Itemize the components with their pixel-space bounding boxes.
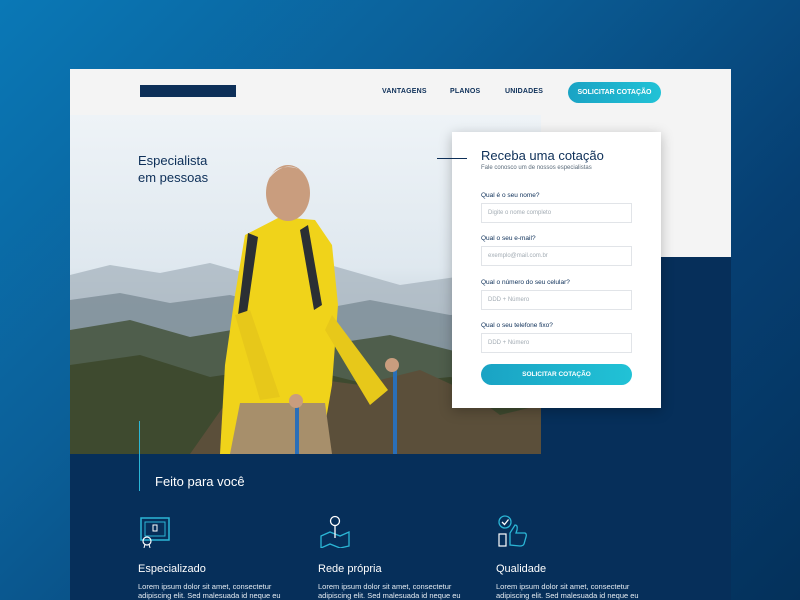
mobile-field-label: Qual o número do seu celular? <box>481 279 570 286</box>
email-field-label: Qual o seu e-mail? <box>481 235 536 242</box>
feature-title: Especializado <box>138 563 206 575</box>
section-title: Feito para você <box>155 474 245 489</box>
feature-title: Rede própria <box>318 563 382 575</box>
map-pin-icon <box>320 515 350 550</box>
landing-page-mockup: VANTAGENS PLANOS UNIDADES SOLICITAR COTA… <box>70 69 731 600</box>
feature-rede-propria: Rede própria Lorem ipsum dolor sit amet,… <box>318 514 488 600</box>
landline-field-label: Qual o seu telefone fixo? <box>481 322 553 329</box>
feature-description: Lorem ipsum dolor sit amet, consectetur … <box>138 582 281 600</box>
form-subtitle: Fale conosco um de nossos especialistas <box>481 165 592 171</box>
title-accent-line <box>437 158 467 159</box>
section-accent-line <box>139 421 140 491</box>
brand-logo[interactable] <box>140 85 236 97</box>
nav-link-planos[interactable]: PLANOS <box>450 88 480 95</box>
feature-title: Qualidade <box>496 563 547 575</box>
feature-description: Lorem ipsum dolor sit amet, consectetur … <box>496 582 639 600</box>
mobile-input[interactable]: DDD + Número <box>481 290 632 310</box>
request-quote-button-form[interactable]: SOLICITAR COTAÇÃO <box>481 364 632 385</box>
hero-headline: Especialista em pessoas <box>138 153 209 185</box>
feature-qualidade: Qualidade Lorem ipsum dolor sit amet, co… <box>496 514 666 600</box>
top-navigation-bar: VANTAGENS PLANOS UNIDADES SOLICITAR COTA… <box>70 69 731 115</box>
quote-form-card: Receba uma cotação Fale conosco um de no… <box>437 132 661 408</box>
thumbs-up-icon <box>498 515 527 547</box>
feature-especializado: Especializado Lorem ipsum dolor sit amet… <box>138 514 308 600</box>
nav-link-vantagens[interactable]: VANTAGENS <box>382 88 427 95</box>
request-quote-button-header[interactable]: SOLICITAR COTAÇÃO <box>568 82 661 103</box>
form-title: Receba uma cotação <box>481 148 604 163</box>
email-input[interactable]: exemplo@mail.com.br <box>481 246 632 266</box>
name-field-label: Qual é o seu nome? <box>481 192 540 199</box>
feature-description: Lorem ipsum dolor sit amet, consectetur … <box>318 582 461 600</box>
certificate-icon <box>140 517 170 549</box>
name-input[interactable]: Digite o nome completo <box>481 203 632 223</box>
nav-link-unidades[interactable]: UNIDADES <box>505 88 543 95</box>
landline-input[interactable]: DDD + Número <box>481 333 632 353</box>
